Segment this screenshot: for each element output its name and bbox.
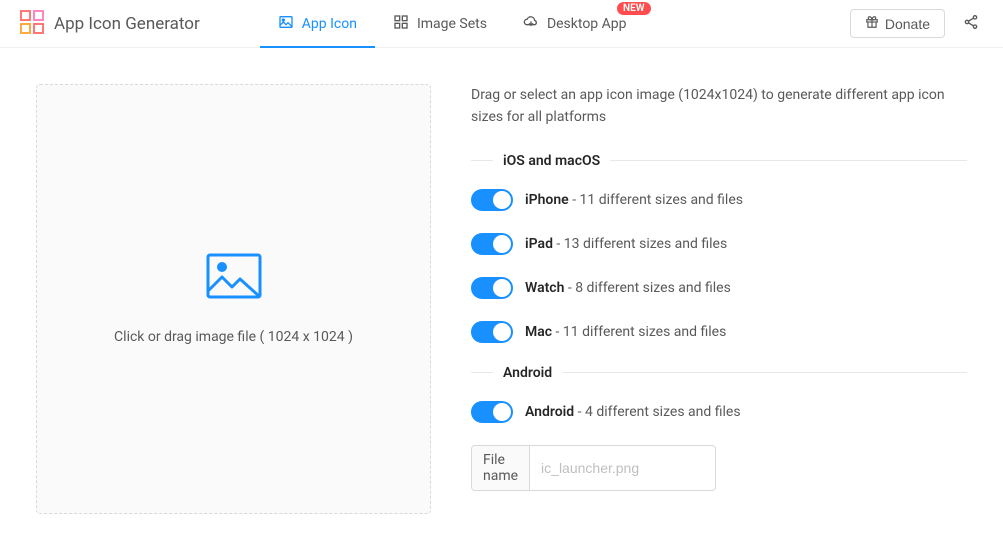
share-button[interactable] [959,10,983,38]
toggle-mac[interactable] [471,321,513,343]
filename-input-group: File name [471,445,716,491]
section-ios: iOS and macOS iPhone - 11 different size… [471,153,967,343]
right-panel: Drag or select an app icon image (1024x1… [471,84,967,514]
toggle-row-android: Android - 4 different sizes and files [471,401,967,423]
app-title: App Icon Generator [54,14,200,34]
header-right: Donate [850,9,983,38]
toggle-label: iPad - 13 different sizes and files [525,236,727,252]
filename-input[interactable] [530,446,716,490]
tab-label: Image Sets [417,16,487,32]
tab-label: App Icon [302,16,357,32]
toggle-label: Watch - 8 different sizes and files [525,280,731,296]
section-title: iOS and macOS [493,153,610,169]
logo[interactable]: App Icon Generator [20,10,200,38]
dropzone-text: Click or drag image file ( 1024 x 1024 ) [114,329,353,345]
logo-icon [20,10,44,38]
toggle-label: iPhone - 11 different sizes and files [525,192,743,208]
filename-addon: File name [472,446,530,490]
toggle-row-mac: Mac - 11 different sizes and files [471,321,967,343]
donate-label: Donate [885,16,930,32]
section-divider: Android [471,365,967,381]
dropzone[interactable]: Click or drag image file ( 1024 x 1024 ) [36,84,431,514]
intro-text: Drag or select an app icon image (1024x1… [471,84,967,129]
section-divider: iOS and macOS [471,153,967,169]
gift-icon [865,15,879,32]
tab-image-sets[interactable]: Image Sets [375,0,505,47]
toggle-watch[interactable] [471,277,513,299]
grid-icon [393,14,409,34]
tab-app-icon[interactable]: App Icon [260,0,375,47]
toggle-ipad[interactable] [471,233,513,255]
toggle-label: Mac - 11 different sizes and files [525,324,726,340]
image-icon [278,14,294,34]
toggle-row-watch: Watch - 8 different sizes and files [471,277,967,299]
section-android: Android Android - 4 different sizes and … [471,365,967,491]
share-icon [963,15,979,34]
section-title: Android [493,365,562,381]
tab-label: Desktop App [547,16,627,32]
new-badge: NEW [617,2,651,15]
donate-button[interactable]: Donate [850,9,945,38]
toggle-label: Android - 4 different sizes and files [525,404,741,420]
picture-icon [206,253,262,303]
toggle-android[interactable] [471,401,513,423]
toggle-row-iphone: iPhone - 11 different sizes and files [471,189,967,211]
main-content: Click or drag image file ( 1024 x 1024 )… [0,48,1003,550]
tab-desktop-app[interactable]: Desktop App NEW [505,0,645,47]
nav-tabs: App Icon Image Sets Desktop App NEW [260,0,645,47]
cloud-download-icon [523,14,539,34]
toggle-row-ipad: iPad - 13 different sizes and files [471,233,967,255]
toggle-iphone[interactable] [471,189,513,211]
header: App Icon Generator App Icon Image Sets D… [0,0,1003,48]
